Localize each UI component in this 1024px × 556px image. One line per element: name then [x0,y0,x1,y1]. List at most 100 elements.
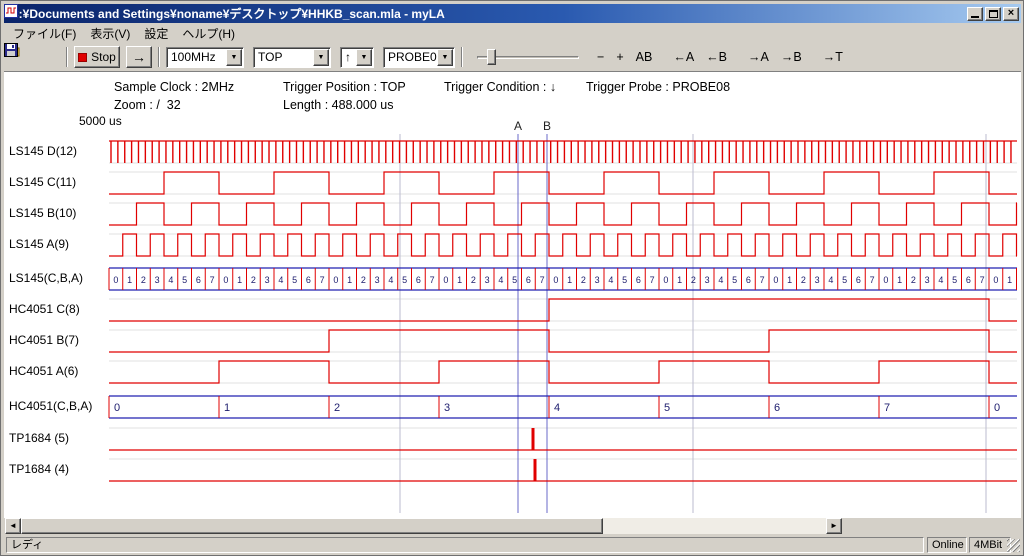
svg-text:2: 2 [801,275,806,285]
svg-text:2: 2 [251,275,256,285]
chevron-down-icon[interactable]: ▼ [356,49,372,66]
stop-label: Stop [91,50,116,64]
chevron-down-icon[interactable]: ▼ [437,49,453,66]
scrollbar-thumb[interactable] [21,518,603,534]
svg-text:1: 1 [677,275,682,285]
svg-text:7: 7 [884,402,890,414]
chevron-down-icon[interactable]: ▼ [226,49,242,66]
scroll-right-button[interactable]: ► [826,518,842,534]
save-button[interactable] [37,46,60,68]
waveform-svg[interactable]: AB01234567012345670123456701234567012345… [4,72,1021,518]
svg-text:2: 2 [911,275,916,285]
svg-text:0: 0 [333,275,338,285]
svg-text:5: 5 [952,275,957,285]
svg-text:0: 0 [114,402,120,414]
trigger-edge-value: ↑ [341,50,356,64]
svg-text:6: 6 [306,275,311,285]
titlebar[interactable]: C:¥Documents and Settings¥noname¥デスクトップ¥… [4,4,1021,23]
toolbar-separator [461,47,463,67]
zoom-out-button[interactable]: − [592,46,609,68]
toolbar-separator [66,47,68,67]
menu-view[interactable]: 表示(V) [83,23,137,44]
menu-help[interactable]: ヘルプ(H) [175,23,242,44]
move-b-right-button[interactable]: →B [776,46,807,68]
svg-text:5: 5 [182,275,187,285]
svg-text:6: 6 [966,275,971,285]
svg-text:3: 3 [375,275,380,285]
trigger-position-combo[interactable]: TOP ▼ [253,47,331,68]
horizontal-scrollbar[interactable]: ◄ ► [5,518,842,534]
scroll-left-icon: ◄ [9,522,17,530]
clock-rate-combo[interactable]: 100MHz ▼ [166,47,244,68]
svg-text:0: 0 [773,275,778,285]
clock-rate-value: 100MHz [167,50,226,64]
trigger-probe-value: PROBE00 [384,50,437,64]
svg-text:5: 5 [622,275,627,285]
svg-text:5: 5 [512,275,517,285]
wave-1 [109,172,1017,194]
svg-text:0: 0 [223,275,228,285]
svg-text:4: 4 [498,275,503,285]
zoom-ab-button[interactable]: AB [631,46,658,68]
menu-file[interactable]: ファイル(F) [6,23,83,44]
app-window: C:¥Documents and Settings¥noname¥デスクトップ¥… [0,0,1024,556]
stop-button[interactable]: Stop [74,46,120,68]
scroll-left-button[interactable]: ◄ [5,518,21,534]
svg-text:3: 3 [444,402,450,414]
close-icon: × [1008,8,1014,19]
move-a-right-button[interactable]: →A [743,46,774,68]
svg-text:1: 1 [897,275,902,285]
svg-text:4: 4 [554,402,560,414]
svg-text:B: B [543,119,551,133]
wave-3 [109,234,1017,256]
svg-text:1: 1 [567,275,572,285]
svg-text:7: 7 [540,275,545,285]
svg-text:2: 2 [691,275,696,285]
trigger-edge-combo[interactable]: ↑ ▼ [340,47,374,68]
status-online-badge: Online [927,537,967,553]
menu-settings[interactable]: 設定 [137,23,175,44]
svg-text:7: 7 [210,275,215,285]
svg-text:7: 7 [430,275,435,285]
svg-text:6: 6 [416,275,421,285]
trigger-probe-combo[interactable]: PROBE00 ▼ [383,47,455,68]
svg-text:6: 6 [746,275,751,285]
svg-text:6: 6 [196,275,201,285]
maximize-button[interactable] [985,7,1001,21]
resize-grip[interactable] [1007,539,1020,552]
run-button[interactable]: → [126,46,152,68]
close-button[interactable]: × [1003,7,1019,21]
goto-trigger-button[interactable]: →T [818,46,848,68]
toolbar-separator [158,47,160,67]
svg-text:2: 2 [334,402,340,414]
svg-text:6: 6 [856,275,861,285]
svg-text:0: 0 [443,275,448,285]
svg-text:4: 4 [828,275,833,285]
svg-text:3: 3 [485,275,490,285]
svg-text:1: 1 [457,275,462,285]
svg-text:5: 5 [732,275,737,285]
waveform-panel: Sample Clock : 2MHz Trigger Position : T… [4,72,1021,518]
move-b-left-button[interactable]: ←B [701,46,732,68]
svg-text:5: 5 [402,275,407,285]
svg-text:1: 1 [1007,275,1012,285]
slider-thumb[interactable] [487,49,496,65]
wave-6 [109,330,1017,352]
scrollbar-row: ◄ ► [4,518,1021,535]
svg-text:7: 7 [980,275,985,285]
floppy-icon [4,43,18,57]
chevron-down-icon[interactable]: ▼ [313,49,329,66]
svg-text:6: 6 [774,402,780,414]
move-a-left-button[interactable]: ←A [668,46,699,68]
zoom-in-button[interactable]: + [611,46,628,68]
minimize-button[interactable] [967,7,983,21]
zoom-slider[interactable] [473,46,583,68]
svg-text:0: 0 [994,402,1000,414]
wave-7 [109,361,1017,383]
svg-text:4: 4 [388,275,393,285]
svg-text:0: 0 [993,275,998,285]
statusbar: レディ Online 4MBit [4,535,1021,554]
svg-text:2: 2 [471,275,476,285]
svg-text:4: 4 [718,275,723,285]
svg-text:A: A [514,119,522,133]
